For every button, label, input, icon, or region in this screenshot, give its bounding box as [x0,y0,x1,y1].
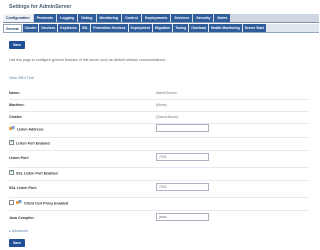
tab-logging[interactable]: Logging [57,14,78,22]
save-button-top[interactable]: Save [9,41,25,49]
tab-notes[interactable]: Notes [214,14,231,22]
field-cluster: Cluster: (Stand-Alone) [9,112,309,122]
ssl-listen-port-enabled-label: SSL Listen Port Enabled [16,171,58,176]
java-compiler-label: Java Compiler: [9,216,35,220]
divider [9,150,309,151]
field-client-cert-proxy: Client Cert Proxy Enabled [9,198,309,208]
subtab-cluster[interactable]: Cluster [22,24,39,32]
listen-port-enabled-label: Listen Port Enabled [16,141,50,146]
tab-security[interactable]: Security [193,14,214,22]
ssl-listen-port-enabled-wrap: SSL Listen Port Enabled [9,169,58,176]
listen-address-input[interactable] [156,124,209,132]
subtab-migration[interactable]: Migration [152,24,173,32]
cluster-value: (Stand-Alone) [156,115,179,119]
machine-label: Machine: [9,103,25,107]
jndi-tree-link[interactable]: View JNDI Tree [9,76,34,80]
tab-control[interactable]: Control [122,14,141,22]
field-machine: Machine: (None) [9,100,309,110]
tab-configuration[interactable]: Configuration [3,14,33,22]
machine-value: (None) [156,103,167,107]
subtab-deployment[interactable]: Deployment [128,24,152,32]
advanced-toggle[interactable]: ▸Advanced [9,229,28,233]
field-listen-port: Listen Port: 7001 [9,153,309,163]
tab-protocols[interactable]: Protocols [33,14,57,22]
divider [9,210,309,211]
listen-address-label: Listen Address: [17,127,45,132]
listen-port-enabled-wrap: Listen Port Enabled [9,139,50,146]
save-button-bottom[interactable]: Save [9,239,25,247]
field-name: Name: AdminServer [9,88,309,98]
cluster-label: Cluster: [9,115,23,119]
info-icon [9,126,15,130]
subtab-services[interactable]: Services [39,24,58,32]
listen-address-label-wrap: Listen Address: [9,126,45,132]
subtab-server-start[interactable]: Server Start [242,24,267,32]
java-compiler-input[interactable]: javac [156,213,209,221]
client-cert-proxy-checkbox[interactable] [9,200,14,205]
listen-port-input[interactable]: 7001 [156,153,209,161]
subtab-general[interactable]: General [3,24,22,32]
name-label: Name: [9,91,20,95]
info-icon [16,200,22,204]
expand-arrow-icon: ▸ [9,229,11,233]
divider [9,180,309,181]
window-title: Settings for AdminServer [9,4,72,10]
main-tab-bar: Configuration Protocols Logging Debug Mo… [3,14,319,23]
client-cert-proxy-label: Client Cert Proxy Enabled [24,201,69,206]
advanced-label: Advanced [11,229,28,233]
tab-debug[interactable]: Debug [78,14,96,22]
tab-monitoring[interactable]: Monitoring [96,14,122,22]
sub-tab-bar: General Cluster Services Keystores SSL F… [3,24,319,33]
listen-port-label: Listen Port: [9,156,29,160]
tab-deployments[interactable]: Deployments [141,14,171,22]
field-listen-port-enabled: Listen Port Enabled [9,138,309,148]
subtab-keystores[interactable]: Keystores [58,24,79,32]
subtab-tuning[interactable]: Tuning [173,24,189,32]
ssl-listen-port-label: SSL Listen Port: [9,186,37,190]
subtab-health-monitoring[interactable]: Health Monitoring [208,24,242,32]
name-value: AdminServer [156,91,177,95]
tab-services[interactable]: Services [171,14,193,22]
ssl-listen-port-enabled-checkbox[interactable] [9,169,14,175]
subtab-ssl[interactable]: SSL [79,24,91,32]
ssl-listen-port-input[interactable]: 7002 [156,183,209,191]
listen-port-enabled-checkbox[interactable] [9,139,14,145]
subtab-overload[interactable]: Overload [189,24,208,32]
field-java-compiler: Java Compiler: javac [9,213,309,223]
field-listen-address: Listen Address: [9,124,309,134]
page-description: Use this page to configure general featu… [9,58,167,62]
field-ssl-listen-port-enabled: SSL Listen Port Enabled [9,168,309,178]
client-cert-proxy-wrap: Client Cert Proxy Enabled [9,200,69,206]
field-ssl-listen-port: SSL Listen Port: 7002 [9,183,309,193]
subtab-federation-services[interactable]: Federation Services [91,24,128,32]
title-bar: Settings for AdminServer [0,0,320,14]
